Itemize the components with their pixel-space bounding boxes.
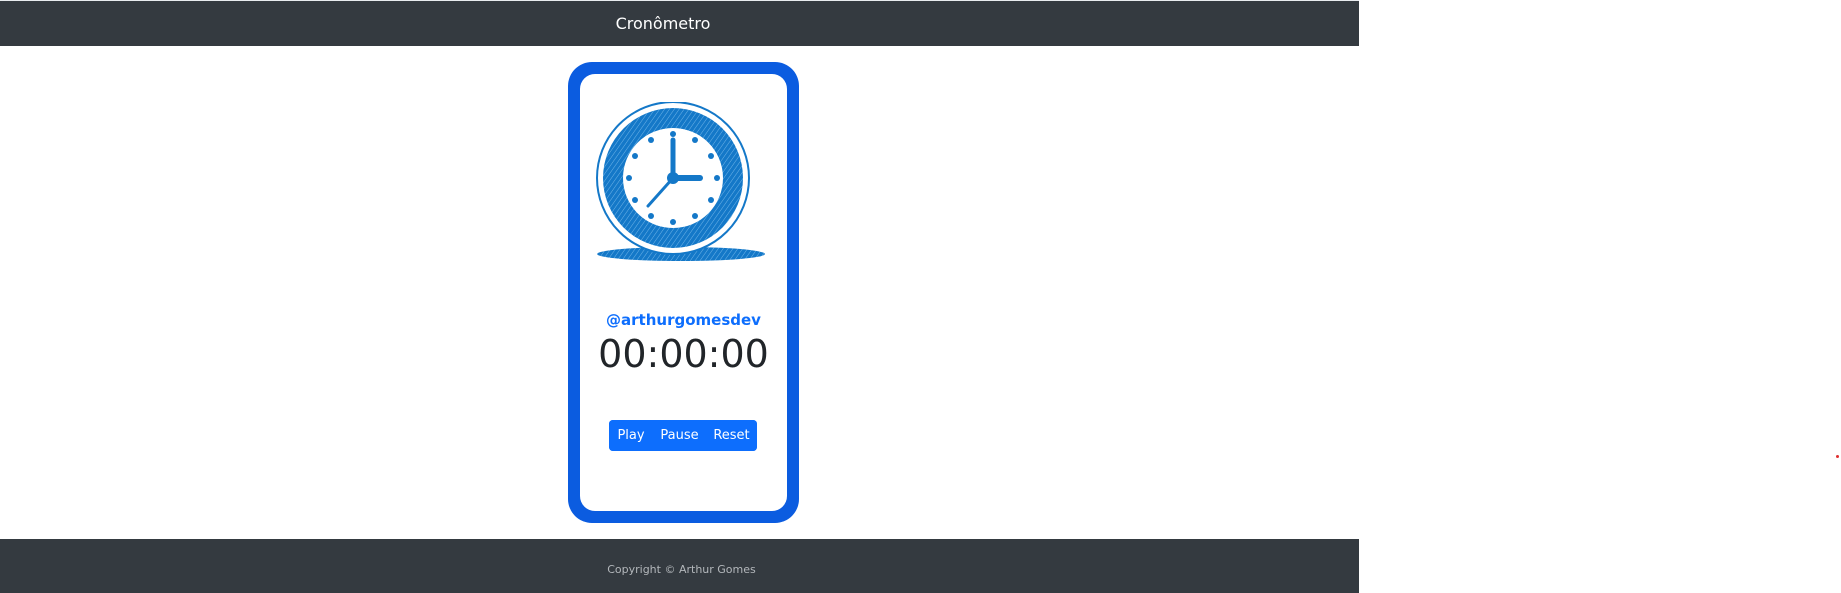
phone-screen: @arthurgomesdev 00:00:00 Play Pause Rese…	[580, 74, 787, 511]
timer-controls: Play Pause Reset	[609, 420, 757, 451]
page-footer: Copyright © Arthur Gomes	[0, 539, 1359, 593]
clock-icon	[596, 102, 765, 261]
page-title: Cronômetro	[615, 14, 711, 33]
play-button[interactable]: Play	[609, 420, 653, 451]
top-navbar: Cronômetro	[0, 0, 1359, 46]
phone-card: @arthurgomesdev 00:00:00 Play Pause Rese…	[568, 62, 799, 523]
timer-display: 00:00:00	[598, 332, 769, 376]
reset-button[interactable]: Reset	[706, 420, 757, 451]
copyright-text: Copyright © Arthur Gomes	[607, 562, 756, 576]
pause-button[interactable]: Pause	[653, 420, 706, 451]
cursor-dot	[1836, 455, 1839, 458]
author-handle: @arthurgomesdev	[606, 311, 761, 329]
